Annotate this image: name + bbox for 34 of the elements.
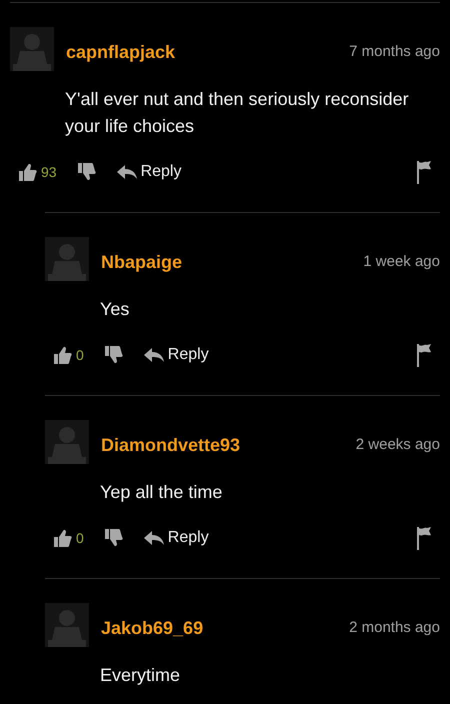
comment-text: Yes [100,298,130,321]
thumbs-down-icon[interactable] [76,162,97,182]
flag-icon[interactable] [416,526,432,550]
username-link[interactable]: Nbapaige [101,252,182,272]
comment-time: 2 months ago [349,618,440,636]
avatar-icon [10,27,54,71]
like-count: 0 [76,530,84,546]
comment-text: Everytime [100,664,182,687]
flag-icon[interactable] [416,160,432,184]
like-count: 0 [76,347,84,363]
like-count: 93 [41,164,57,180]
username-link[interactable]: capnflapjack [66,42,176,62]
reply-button[interactable]: Reply [116,163,182,181]
comment-time: 1 week ago [363,252,440,270]
thumbs-down-icon[interactable] [104,345,124,365]
reply-icon [116,165,137,179]
avatar-icon [45,237,89,281]
thumbs-up-icon[interactable] [53,345,73,365]
comment-text: Yep all the time [100,481,224,504]
thumbs-up-icon[interactable] [53,528,73,548]
comment-time: 7 months ago [349,42,440,60]
comment-text: Y'all ever nut and then seriously reconsider your life choices [65,88,410,138]
reply-icon [144,348,164,362]
reply-button[interactable]: Reply [144,346,209,364]
flag-icon[interactable] [416,343,432,367]
username-link[interactable]: Jakob69_69 [101,618,204,638]
username-link[interactable]: Diamondvette93 [101,434,240,456]
reply-icon [144,531,164,545]
avatar-icon [45,603,89,647]
avatar-icon [45,420,89,464]
thumbs-up-icon[interactable] [18,162,38,182]
reply-button[interactable]: Reply [144,529,209,547]
thumbs-down-icon[interactable] [104,528,124,548]
comment-time: 2 weeks ago [356,436,440,452]
